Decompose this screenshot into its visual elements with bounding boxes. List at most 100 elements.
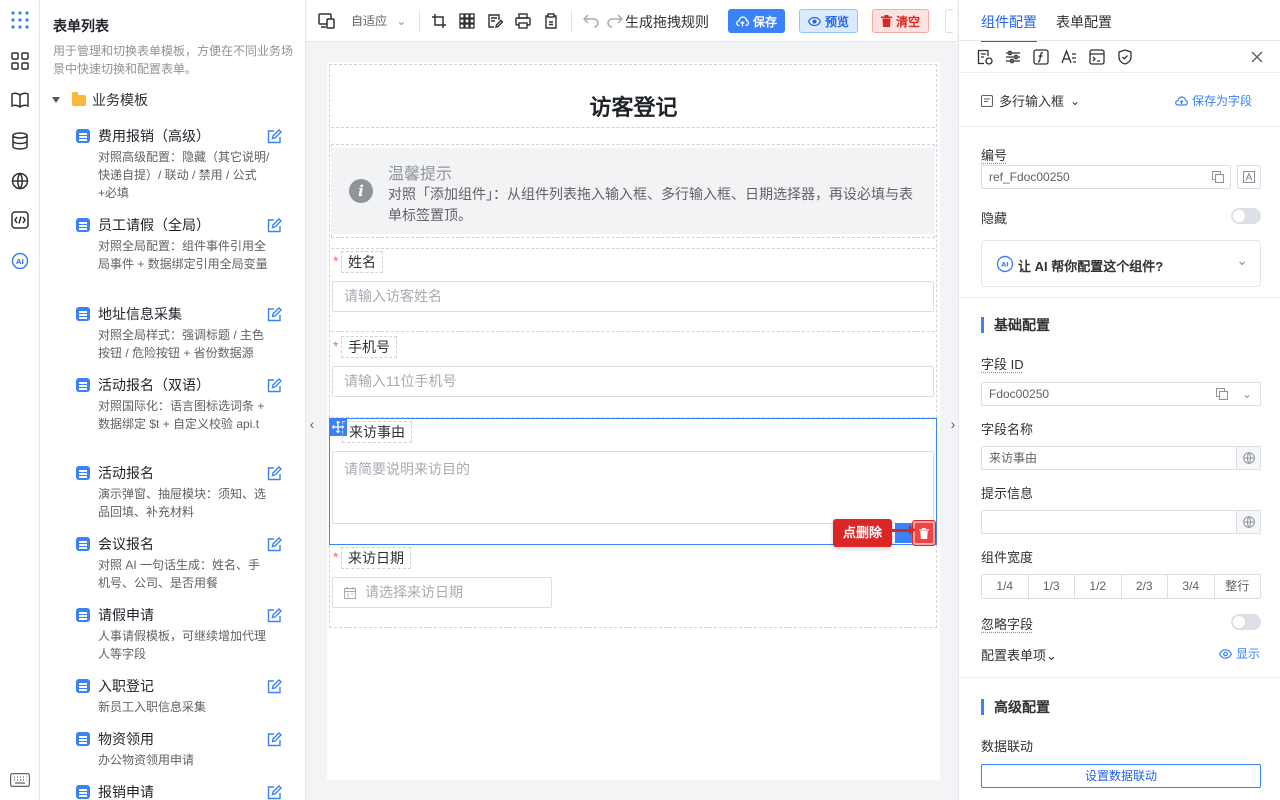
field-name-input[interactable]: 来访事由 xyxy=(981,446,1261,470)
copy-icon[interactable] xyxy=(1216,388,1228,400)
shield-icon[interactable] xyxy=(1116,48,1134,66)
width-option[interactable]: 3/4 xyxy=(1168,575,1215,598)
layout-select[interactable]: 自适应 ⌄ xyxy=(351,12,406,29)
folder-business-templates[interactable]: 业务模板 xyxy=(52,89,148,111)
field-label-date[interactable]: 来访日期 xyxy=(341,547,411,569)
props-icon[interactable] xyxy=(976,48,994,66)
required-mark: * xyxy=(333,338,339,354)
edit-icon[interactable] xyxy=(266,466,282,482)
field-label-name[interactable]: 姓名 xyxy=(341,251,383,273)
divider xyxy=(419,10,420,32)
reason-textarea[interactable]: 请简要说明来访目的 xyxy=(332,451,934,524)
function-icon[interactable] xyxy=(1032,48,1050,66)
globe-icon[interactable] xyxy=(1236,447,1260,469)
required-mark: * xyxy=(333,253,339,269)
code-icon[interactable] xyxy=(8,208,32,232)
close-icon[interactable] xyxy=(1248,48,1266,66)
text-style-icon[interactable] xyxy=(1060,48,1078,66)
print-icon[interactable] xyxy=(511,9,535,33)
config-items-select[interactable]: 配置表单项⌄ xyxy=(981,645,1057,664)
undo-icon[interactable] xyxy=(579,9,603,33)
list-item-name: 报销申请 xyxy=(98,784,154,800)
globe-icon[interactable] xyxy=(8,169,32,193)
caret-down-icon[interactable] xyxy=(52,97,60,103)
callout-arrow xyxy=(892,525,916,535)
edit-icon[interactable] xyxy=(266,785,282,800)
width-label: 组件宽度 xyxy=(981,550,1034,565)
hint-input[interactable] xyxy=(981,510,1261,534)
list-item-name: 会议报名 xyxy=(98,536,154,552)
globe-icon[interactable] xyxy=(1236,511,1260,533)
set-linkage-button[interactable]: 设置数据联动 xyxy=(981,764,1261,788)
form-list-title: 表单列表 xyxy=(53,18,109,34)
ai-config-panel[interactable]: AI 让 AI 帮你配置这个组件? ⌄ xyxy=(981,240,1261,287)
id-label: 编号 xyxy=(981,148,1008,163)
save-button[interactable]: 保存 xyxy=(728,9,786,33)
component-type-select[interactable]: 多行输入框 ⌄ xyxy=(981,91,1080,110)
crop-icon[interactable] xyxy=(427,9,451,33)
show-link[interactable]: 显示 xyxy=(1219,645,1260,662)
generate-rule-button[interactable]: 生成拖拽规则 xyxy=(625,12,709,32)
name-input[interactable]: 请输入访客姓名 xyxy=(332,281,934,312)
document-icon xyxy=(76,466,90,480)
field-label-phone[interactable]: 手机号 xyxy=(341,336,397,358)
components-icon[interactable] xyxy=(8,49,32,73)
cloud-upload-icon xyxy=(736,15,749,26)
width-segmented: 1/4 1/3 1/2 2/3 3/4 整行 xyxy=(981,574,1261,599)
folder-icon xyxy=(72,91,86,106)
device-icon[interactable] xyxy=(315,9,339,33)
chevron-down-icon: ⌄ xyxy=(1236,252,1248,268)
keyboard-icon[interactable] xyxy=(8,768,32,792)
apps-grid-icon[interactable] xyxy=(8,8,32,32)
tab-underline xyxy=(959,40,1280,41)
copy-icon[interactable] xyxy=(1212,171,1224,183)
field-id-input[interactable]: Fdoc00250 ⌄ xyxy=(981,382,1261,406)
ignore-field-toggle[interactable] xyxy=(1231,614,1261,630)
delete-button[interactable] xyxy=(912,520,936,546)
preview-label: 预览 xyxy=(825,14,850,29)
width-option[interactable]: 1/3 xyxy=(1029,575,1075,598)
edit-icon[interactable] xyxy=(266,608,282,624)
preview-button[interactable]: 预览 xyxy=(799,9,859,33)
width-option[interactable]: 2/3 xyxy=(1122,575,1168,598)
width-option[interactable]: 1/2 xyxy=(1075,575,1122,598)
sliders-icon[interactable] xyxy=(1004,48,1022,66)
script-icon[interactable] xyxy=(1088,48,1106,66)
id-input[interactable]: ref_Fdoc00250 xyxy=(981,165,1231,189)
chevron-down-icon: ⌄ xyxy=(1046,648,1057,663)
collapse-left-icon[interactable]: ‹ xyxy=(306,404,318,444)
chevron-down-icon: ⌄ xyxy=(1070,93,1081,108)
clipboard-icon[interactable] xyxy=(539,9,563,33)
text-format-icon[interactable] xyxy=(1237,165,1261,189)
database-icon[interactable] xyxy=(8,129,32,153)
width-option[interactable]: 整行 xyxy=(1215,575,1261,598)
width-option[interactable]: 1/4 xyxy=(982,575,1029,598)
edit-icon[interactable] xyxy=(266,218,282,234)
redo-icon[interactable] xyxy=(603,9,627,33)
grid-icon[interactable] xyxy=(455,9,479,33)
edit-doc-icon[interactable] xyxy=(483,9,507,33)
phone-input[interactable]: 请输入11位手机号 xyxy=(332,366,934,397)
ai-icon[interactable]: AI xyxy=(8,249,32,273)
chevron-down-icon[interactable]: ⌄ xyxy=(1242,383,1252,405)
clear-label: 清空 xyxy=(896,14,921,29)
more-button[interactable] xyxy=(945,9,953,33)
config-items-label: 配置表单项 xyxy=(981,648,1047,663)
save-as-field-link[interactable]: 保存为字段 xyxy=(1175,92,1252,109)
edit-icon[interactable] xyxy=(266,732,282,748)
list-item-desc: 对照全局配置：组件事件引用全局事件 + 数据绑定引用全局变量 xyxy=(98,239,268,271)
tip-title: 温馨提示 xyxy=(388,166,453,183)
book-icon[interactable] xyxy=(8,88,32,112)
field-label-reason[interactable]: 来访事由 xyxy=(342,421,412,443)
edit-icon[interactable] xyxy=(266,537,282,553)
edit-icon[interactable] xyxy=(266,679,282,695)
edit-icon[interactable] xyxy=(266,307,282,323)
hidden-toggle[interactable] xyxy=(1231,208,1261,224)
clear-button[interactable]: 清空 xyxy=(872,9,930,33)
date-picker[interactable]: 请选择来访日期 xyxy=(332,577,552,608)
tab-form-config[interactable]: 表单配置 xyxy=(1056,12,1112,40)
tab-component-config[interactable]: 组件配置 xyxy=(981,12,1037,42)
list-item-name: 入职登记 xyxy=(98,678,154,694)
edit-icon[interactable] xyxy=(266,378,282,394)
edit-icon[interactable] xyxy=(266,129,282,145)
